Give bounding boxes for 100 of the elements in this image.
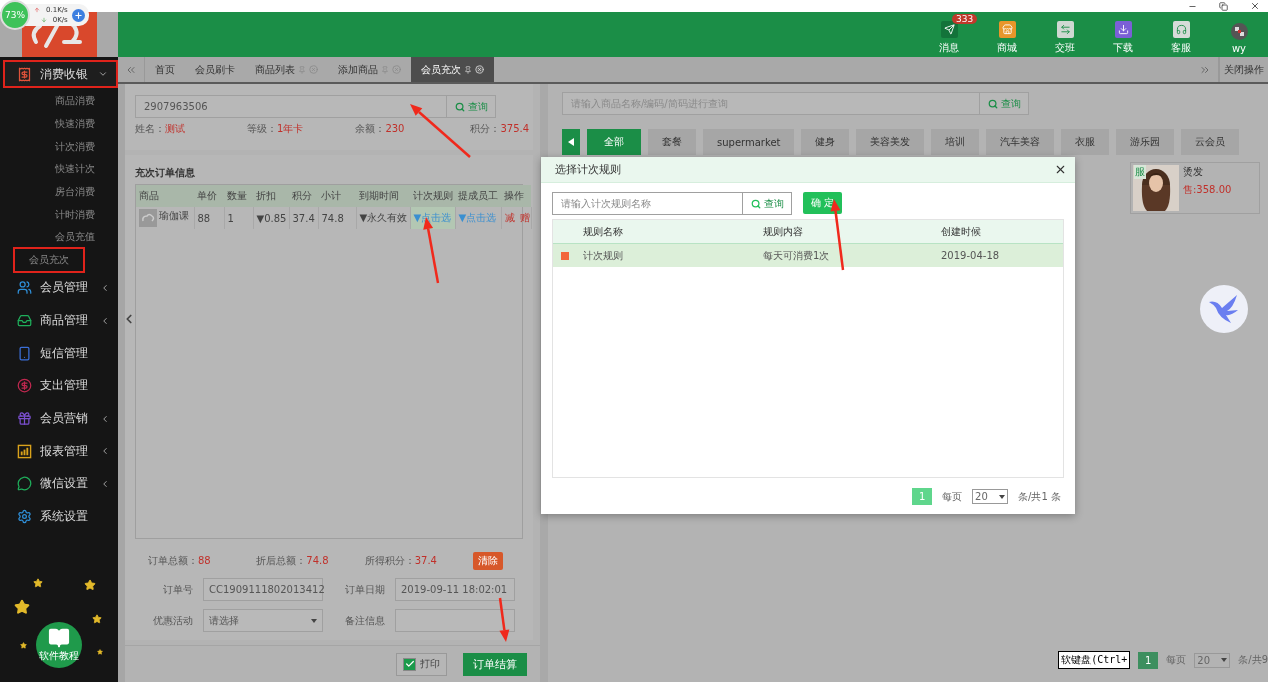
product-tag: 服 [1134,165,1146,179]
tab[interactable]: 会员刷卡 [185,57,245,82]
member-info: 等级：1年卡 [247,122,304,136]
sidebar-group[interactable]: 微信设置 [0,467,118,501]
column-header: 积分 [289,185,318,207]
row-action-link[interactable]: 赠 [519,212,530,223]
table-cell: 瑜伽课 [159,209,189,223]
header-action[interactable]: 下载 [1094,14,1152,55]
sidebar-group-label: 商品管理 [40,312,89,330]
table-cell: 74.8 [318,207,356,229]
category-button[interactable]: 云会员 [1181,129,1240,155]
rule-search-field[interactable]: 请输入计次规则名称 [552,192,742,215]
sidebar-group[interactable]: 消费收银 [3,60,118,88]
soft-keyboard-button[interactable]: 软键盘(Ctrl+ [1058,651,1131,669]
table-cell-text: 每天可消费1次 [762,248,831,263]
sidebar-group[interactable]: 系统设置 [0,500,118,533]
field-label: 优惠活动 [152,613,194,628]
column-header: 数量 [224,185,253,207]
category-button[interactable]: 游乐园 [1116,129,1175,155]
sidebar-item[interactable]: 会员充次 [13,247,85,274]
table-cell: 88 [194,207,224,229]
product-card[interactable]: 服 烫发 售:358.00 [1130,162,1260,214]
category-button[interactable]: supermarket [703,129,795,155]
member-info: 余额：230 [355,122,405,136]
column-header: 规则内容 [762,224,804,239]
rule-row[interactable]: 计次规则 每天可消费1次 2019-04-18 [553,244,1063,267]
sidebar-group[interactable]: 报表管理 [0,434,118,468]
sidebar-group-label: 系统设置 [40,508,89,526]
page-button[interactable]: 1 [1138,651,1159,669]
sidebar-group[interactable]: 支出管理 [0,369,118,403]
table-cell: 1 [224,207,253,229]
category-button[interactable]: 套餐 [648,129,696,155]
per-page-select[interactable]: 20 [972,489,1009,504]
clear-button[interactable]: 清除 [473,552,503,570]
column-header: 操作 [501,185,531,207]
category-button[interactable]: 培训 [931,129,980,155]
column-header: 计次规则 [410,185,455,207]
sidebar-group-label: 短信管理 [40,344,89,362]
product-price: 售:358.00 [1183,183,1232,197]
per-page-select[interactable]: 20 [1194,652,1231,668]
product-name: 烫发 [1183,165,1204,179]
category-button[interactable]: 衣服 [1061,129,1110,155]
per-page-label: 每页 [942,489,963,504]
order-total: 所得积分：37.4 [364,554,438,568]
sidebar-group[interactable]: 会员管理 [0,271,118,305]
member-info: 姓名：测试 [135,122,185,136]
section-title: 充次订单信息 [135,166,196,180]
header-action[interactable]: wy [1210,15,1268,54]
table-cell-text: 计次规则 [582,248,624,263]
total-count: 条/共9 [1238,653,1268,667]
promotion-select[interactable]: 请选择 [203,609,323,632]
column-header: 折扣 [253,185,289,207]
print-checkbox[interactable]: 打印 [396,652,447,676]
column-header: 单价 [194,185,224,207]
order-date-field[interactable]: 2019-09-11 18:02:01 [395,578,515,601]
notification-badge: 333 [952,14,978,24]
field-label: 备注信息 [344,613,386,628]
expiry-dropdown[interactable]: ▼永久有效 [356,207,410,229]
column-header: 规则名称 [582,224,624,239]
category-button[interactable]: 健身 [801,129,850,155]
sidebar-group[interactable]: 会员营销 [0,402,118,435]
sidebar-group-label: 消费收银 [40,65,89,83]
close-operations-button[interactable]: 关闭操作 [1219,57,1268,82]
table-cell: 37.4 [289,207,318,229]
sidebar-group-label: 报表管理 [40,442,89,460]
column-header: 小计 [318,185,356,207]
row-action-link[interactable]: 减 [504,212,515,223]
checkout-button[interactable]: 订单结算 [463,652,527,676]
order-number-field[interactable]: CC1909111802013412 [203,578,323,601]
tab[interactable]: 会员充次 [411,57,494,82]
sidebar-group[interactable]: 短信管理 [0,336,118,370]
dialog-title: 选择计次规则 [555,162,621,177]
category-button[interactable]: 全部 [587,129,641,155]
header-action[interactable]: 商城 [978,14,1036,55]
order-total: 折后总额：74.8 [256,554,330,568]
column-header: 到期时间 [356,185,410,207]
search-button[interactable]: 查询 [742,192,792,215]
header-action[interactable]: 交班 [1036,14,1094,55]
header-action[interactable]: 客服 [1152,14,1210,55]
sidebar-group-label: 会员管理 [40,279,89,297]
category-button[interactable]: 汽车美容 [986,129,1055,155]
member-info: 积分：375.4 [470,122,530,136]
category-button[interactable]: 美容美发 [856,129,925,155]
sidebar-group-label: 会员营销 [40,410,89,428]
tab[interactable]: 首页 [145,57,185,82]
member-search-field[interactable]: 2907963506 [135,95,446,118]
tutorial-button[interactable]: 软件教程 [36,622,82,668]
column-header: 提成员工 [455,185,501,207]
sidebar-group-label: 微信设置 [40,475,89,493]
field-label: 订单号 [162,582,194,597]
header-action[interactable]: 消息 333 [920,14,978,55]
per-page-label: 每页 [1166,653,1187,667]
table-cell-text: 2019-04-18 [940,250,1001,261]
column-header: 创建时候 [940,224,982,239]
sidebar-group-label: 支出管理 [40,377,89,395]
column-header: 商品 [136,185,194,207]
total-count: 条/共1 条 [1018,489,1061,504]
order-total: 订单总额：88 [148,554,212,568]
discount-dropdown[interactable]: ▼0.85 [253,207,289,229]
sidebar-group[interactable]: 商品管理 [0,304,118,337]
